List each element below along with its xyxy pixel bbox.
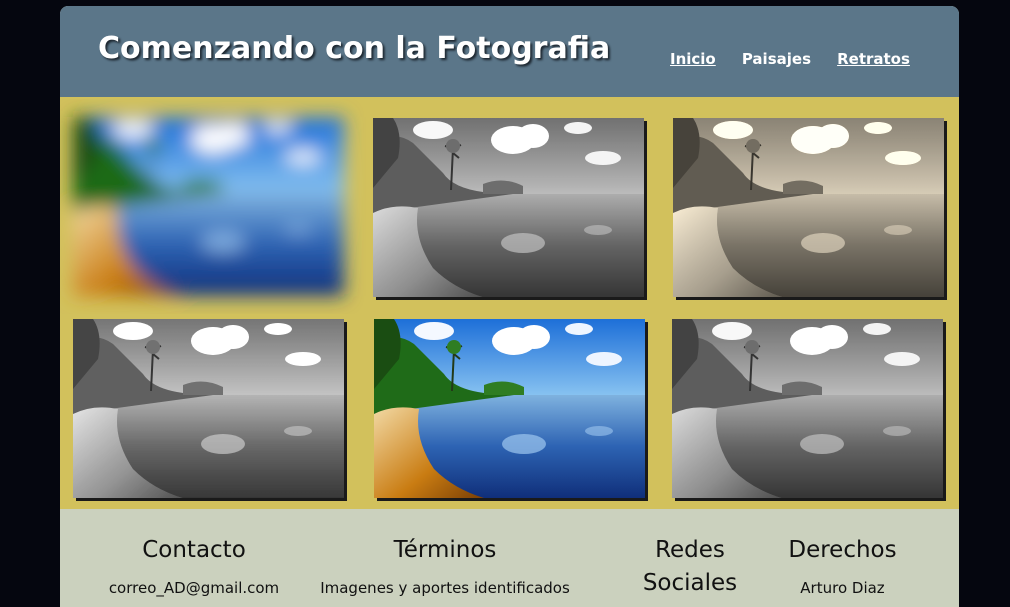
gallery-photo-grayscale[interactable]	[373, 118, 644, 297]
footer-contact-heading: Contacto	[142, 537, 246, 563]
gallery-photo-grayscale-bright[interactable]	[73, 319, 344, 498]
main-nav: Inicio Paisajes Retratos	[670, 49, 931, 68]
footer-social-heading: Redes Sociales	[642, 537, 738, 596]
gallery-photo-blur[interactable]	[73, 117, 344, 296]
footer-social: Redes Sociales	[635, 534, 745, 600]
site-title: Comenzando con la Fotografia	[98, 31, 611, 66]
footer-terms-heading: Términos	[393, 537, 497, 563]
footer-contact-email: correo_AD@gmail.com	[108, 579, 280, 597]
footer: Contacto correo_AD@gmail.com Términos Im…	[60, 509, 959, 607]
nav-link-retratos[interactable]: Retratos	[837, 50, 910, 68]
page-container: Comenzando con la Fotografia Inicio Pais…	[60, 6, 959, 607]
footer-terms: Términos Imagenes y aportes identificado…	[305, 534, 585, 597]
gallery-photo-sepia[interactable]	[673, 118, 944, 297]
header-bar: Comenzando con la Fotografia Inicio Pais…	[60, 6, 959, 97]
nav-link-paisajes[interactable]: Paisajes	[742, 50, 811, 68]
nav-link-inicio[interactable]: Inicio	[670, 50, 716, 68]
gallery-photo-grayscale-2[interactable]	[672, 319, 943, 498]
footer-rights-heading: Derechos	[788, 537, 897, 563]
footer-contact: Contacto correo_AD@gmail.com	[90, 534, 298, 597]
footer-rights: Derechos Arturo Diaz	[760, 534, 925, 597]
photo-gallery	[60, 97, 959, 509]
footer-terms-text: Imagenes y aportes identificados	[320, 579, 570, 597]
footer-rights-author: Arturo Diaz	[800, 579, 885, 597]
gallery-photo-color[interactable]	[374, 319, 645, 498]
